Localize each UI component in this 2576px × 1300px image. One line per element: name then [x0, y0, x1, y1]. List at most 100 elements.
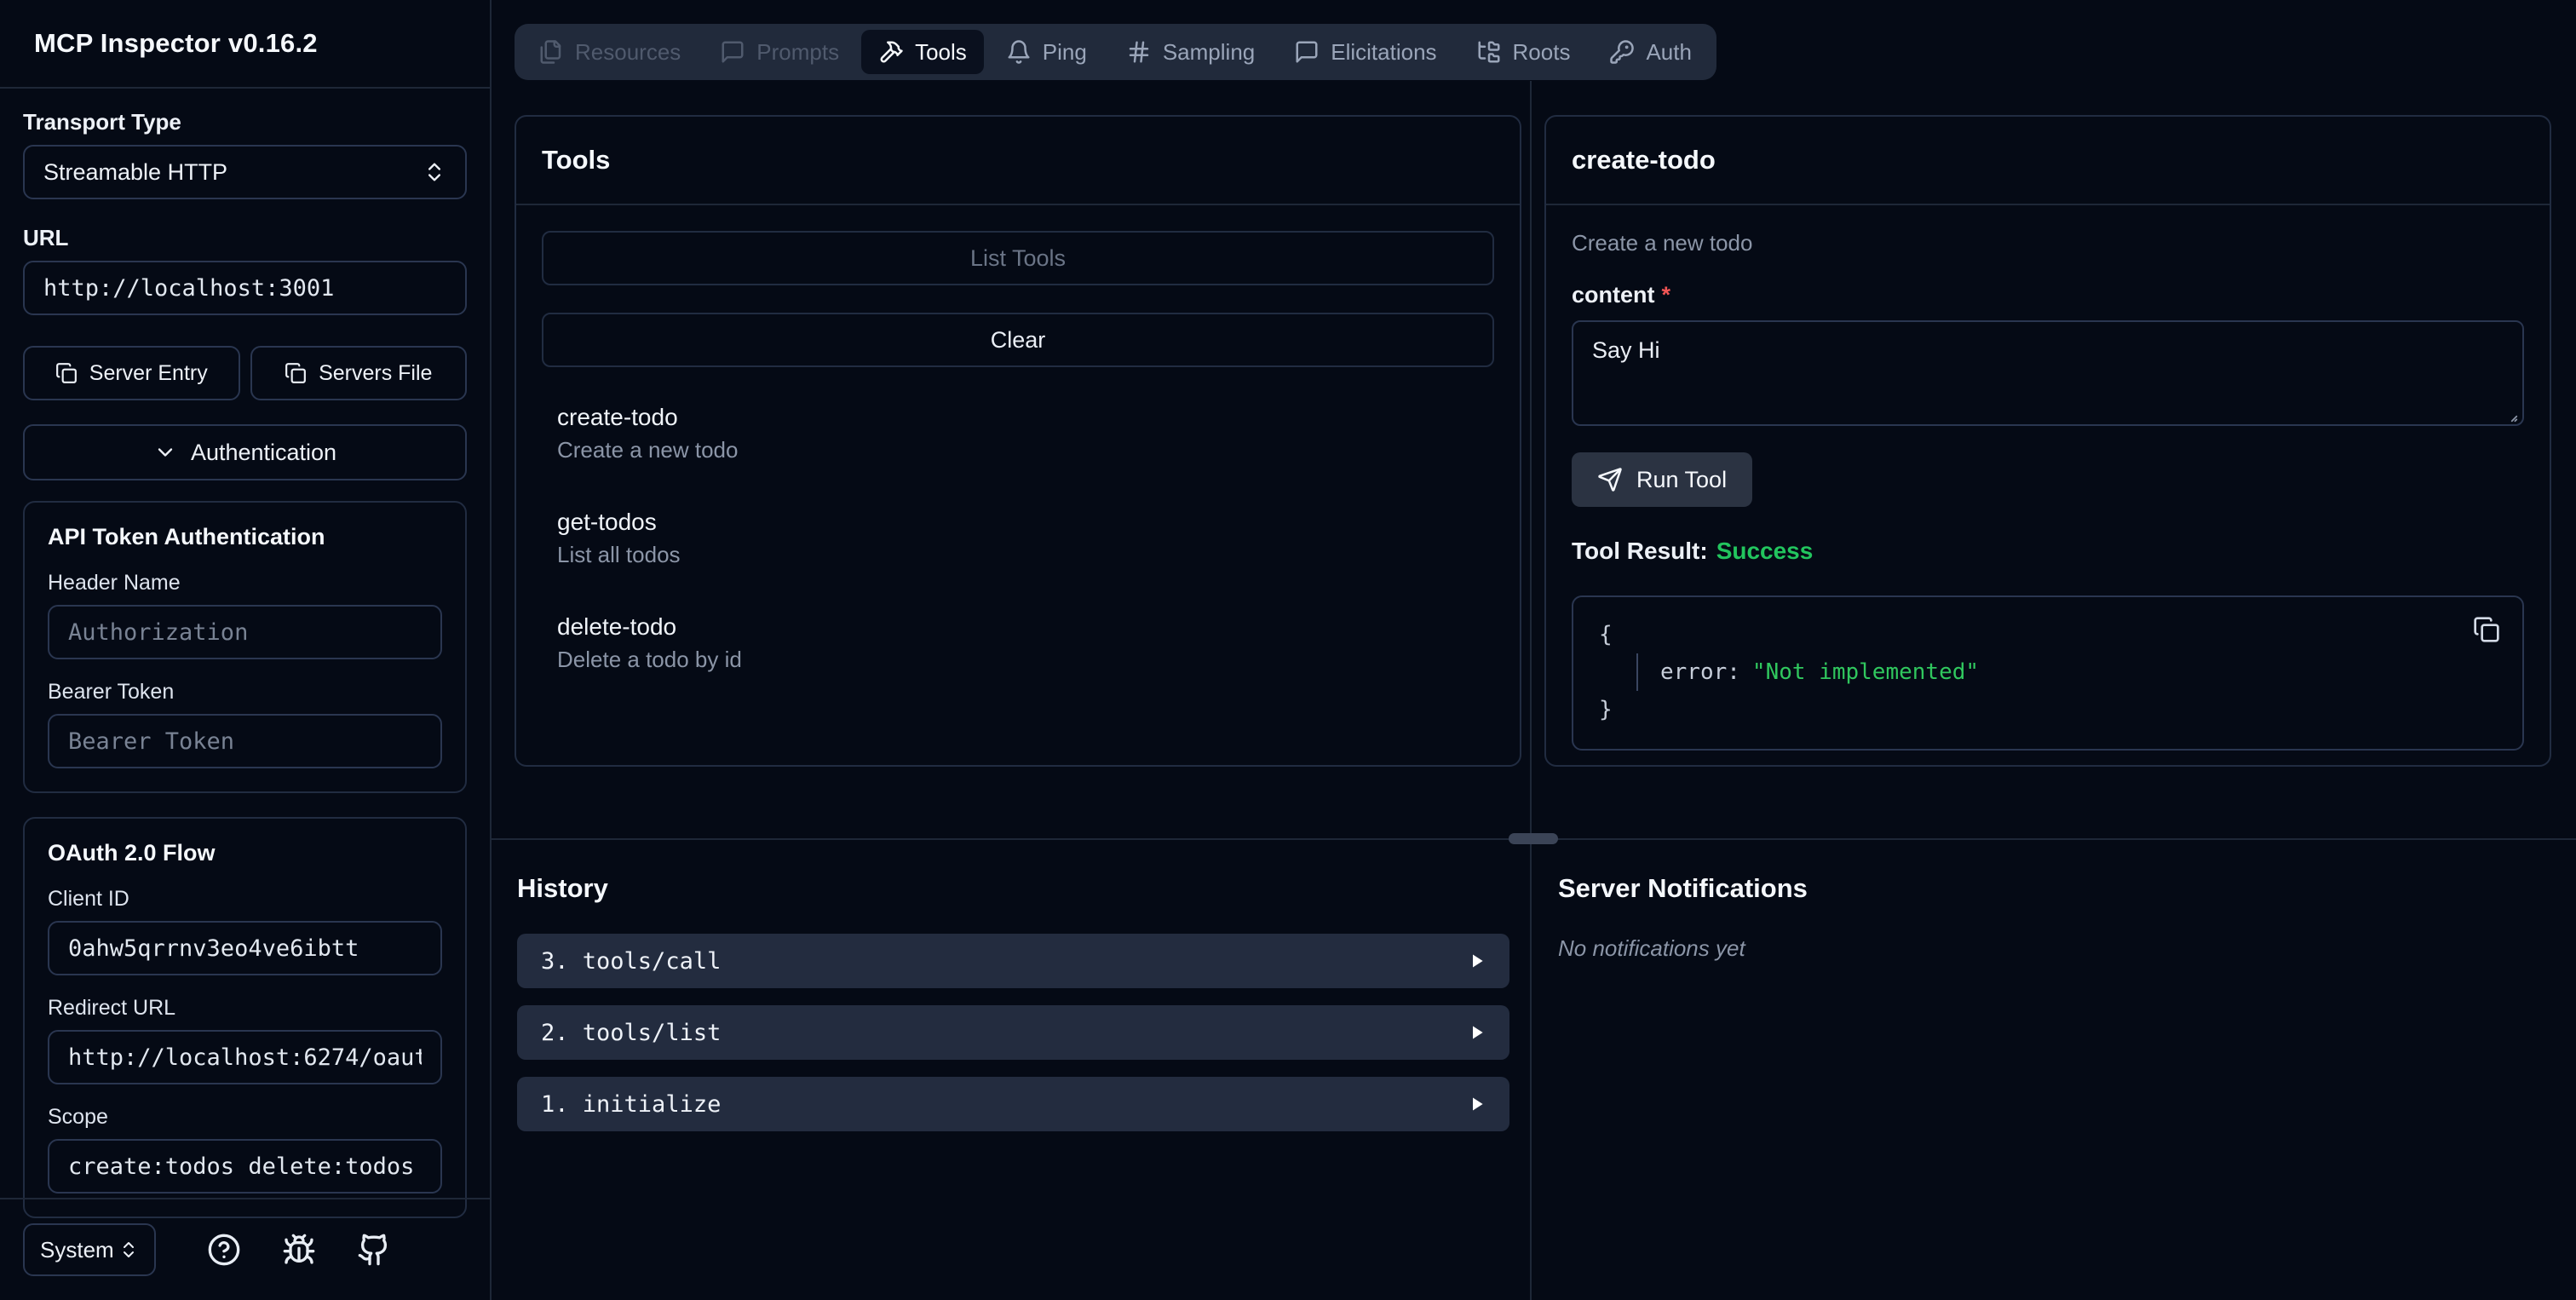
list-tools-button[interactable]: List Tools: [542, 231, 1494, 285]
history-title: History: [517, 873, 608, 903]
authentication-toggle[interactable]: Authentication: [23, 424, 467, 480]
json-key: error:: [1660, 659, 1740, 685]
app-title: MCP Inspector v0.16.2: [34, 28, 318, 58]
github-icon[interactable]: [357, 1233, 391, 1267]
theme-value: System: [40, 1236, 114, 1263]
message-square-icon: [1294, 39, 1320, 65]
tool-detail-panel: create-todo Create a new todo content * S…: [1544, 115, 2551, 767]
tools-panel: Tools List Tools Clear create-todo Creat…: [515, 115, 1521, 767]
tab-ping[interactable]: Ping: [989, 30, 1104, 74]
tool-result-row: Tool Result: Success: [1572, 538, 2524, 565]
servers-file-button[interactable]: Servers File: [250, 346, 467, 400]
history-method: tools/list: [582, 1019, 722, 1046]
history-list: 3. tools/call 2. tools/list 1. initializ…: [517, 934, 1509, 1148]
json-close-brace: }: [1599, 697, 1613, 722]
transport-type-select[interactable]: Streamable HTTP: [23, 145, 467, 199]
tab-roots[interactable]: Roots: [1459, 30, 1588, 74]
notifications-empty-message: No notifications yet: [1558, 935, 1745, 961]
send-icon: [1597, 467, 1623, 492]
list-item[interactable]: delete-todo Delete a todo by id: [557, 613, 1494, 672]
chevrons-up-down-icon: [423, 160, 446, 184]
redirect-url-input[interactable]: [48, 1030, 442, 1084]
bearer-token-input[interactable]: [48, 714, 442, 768]
header-name-label: Header Name: [48, 571, 181, 595]
history-item[interactable]: 3. tools/call: [517, 934, 1509, 988]
history-item-label: 3. tools/call: [541, 948, 721, 975]
required-marker: *: [1661, 282, 1671, 308]
url-input[interactable]: [23, 261, 467, 315]
sidebar-footer: System: [0, 1198, 490, 1300]
tool-detail-description: Create a new todo: [1572, 230, 1753, 256]
header-name-input[interactable]: [48, 605, 442, 659]
copy-icon: [285, 362, 307, 384]
tab-elicitations[interactable]: Elicitations: [1277, 30, 1453, 74]
tab-prompts[interactable]: Prompts: [703, 30, 856, 74]
scope-input[interactable]: [48, 1139, 442, 1194]
hash-icon: [1126, 39, 1152, 65]
chevrons-up-down-icon: [118, 1240, 139, 1260]
json-value: "Not implemented": [1751, 659, 1980, 685]
history-index: 3.: [541, 947, 569, 975]
theme-select[interactable]: System: [23, 1223, 156, 1276]
vertical-split-divider[interactable]: [1530, 81, 1532, 1300]
clear-button[interactable]: Clear: [542, 313, 1494, 367]
folder-tree-icon: [1476, 39, 1502, 65]
hammer-icon: [878, 39, 904, 65]
tool-name: get-todos: [557, 509, 657, 535]
client-id-input[interactable]: [48, 921, 442, 975]
tab-label: Roots: [1512, 38, 1571, 65]
message-square-icon: [720, 39, 745, 65]
tool-name: create-todo: [557, 404, 678, 430]
tool-description: List all todos: [557, 542, 681, 567]
tab-resources[interactable]: Resources: [521, 30, 698, 74]
sidebar-body: Transport Type Streamable HTTP URL Serve…: [0, 89, 490, 1218]
copy-result-button[interactable]: [2471, 614, 2502, 645]
tools-panel-header: Tools: [516, 117, 1520, 205]
copy-icon: [55, 362, 78, 384]
transport-type-value: Streamable HTTP: [43, 158, 228, 185]
tool-detail-body: Create a new todo content * Say Hi Run To…: [1546, 205, 2550, 776]
tool-detail-title: create-todo: [1572, 145, 1716, 175]
tab-bar: Resources Prompts Tools Ping Sampling El…: [515, 24, 1716, 80]
tab-label: Elicitations: [1331, 38, 1437, 65]
content-label-text: content: [1572, 282, 1655, 308]
content-textarea[interactable]: Say Hi: [1572, 320, 2524, 426]
redirect-url-label: Redirect URL: [48, 996, 176, 1020]
history-method: initialize: [582, 1090, 722, 1118]
bug-icon[interactable]: [282, 1233, 316, 1267]
tool-detail-header: create-todo: [1546, 117, 2550, 205]
tools-panel-title: Tools: [542, 145, 611, 175]
client-id-label: Client ID: [48, 887, 129, 911]
json-open-brace: {: [1599, 622, 1613, 647]
history-item[interactable]: 2. tools/list: [517, 1005, 1509, 1060]
tool-name: delete-todo: [557, 613, 677, 640]
expand-caret-icon: [1469, 1096, 1486, 1113]
run-tool-button[interactable]: Run Tool: [1572, 452, 1753, 507]
json-error-line: error: "Not implemented": [1636, 653, 2497, 691]
help-icon[interactable]: [207, 1233, 241, 1267]
tab-sampling[interactable]: Sampling: [1109, 30, 1272, 74]
history-method: tools/call: [582, 947, 722, 975]
split-resize-handle[interactable]: [1509, 833, 1558, 844]
tools-panel-body: List Tools Clear create-todo Create a ne…: [516, 205, 1520, 745]
api-token-card: API Token Authentication Header Name Bea…: [23, 501, 467, 793]
tab-label: Sampling: [1162, 38, 1256, 65]
tool-result-label: Tool Result:: [1572, 538, 1708, 564]
history-item[interactable]: 1. initialize: [517, 1077, 1509, 1131]
tab-label: Tools: [915, 38, 967, 65]
bearer-token-label: Bearer Token: [48, 680, 175, 704]
api-token-title: API Token Authentication: [48, 524, 325, 549]
history-item-label: 1. initialize: [541, 1091, 721, 1118]
server-entry-button[interactable]: Server Entry: [23, 346, 240, 400]
transport-type-label: Transport Type: [23, 109, 181, 135]
expand-caret-icon: [1469, 952, 1486, 969]
tool-description: Delete a todo by id: [557, 647, 742, 672]
content-field-label: content *: [1572, 282, 2524, 308]
sidebar-header: MCP Inspector v0.16.2: [0, 0, 490, 89]
list-item[interactable]: create-todo Create a new todo: [557, 404, 1494, 463]
scope-label: Scope: [48, 1105, 108, 1129]
tab-auth[interactable]: Auth: [1592, 30, 1709, 74]
list-item[interactable]: get-todos List all todos: [557, 509, 1494, 567]
tab-tools[interactable]: Tools: [861, 30, 984, 74]
status-badge: Success: [1716, 538, 1814, 564]
